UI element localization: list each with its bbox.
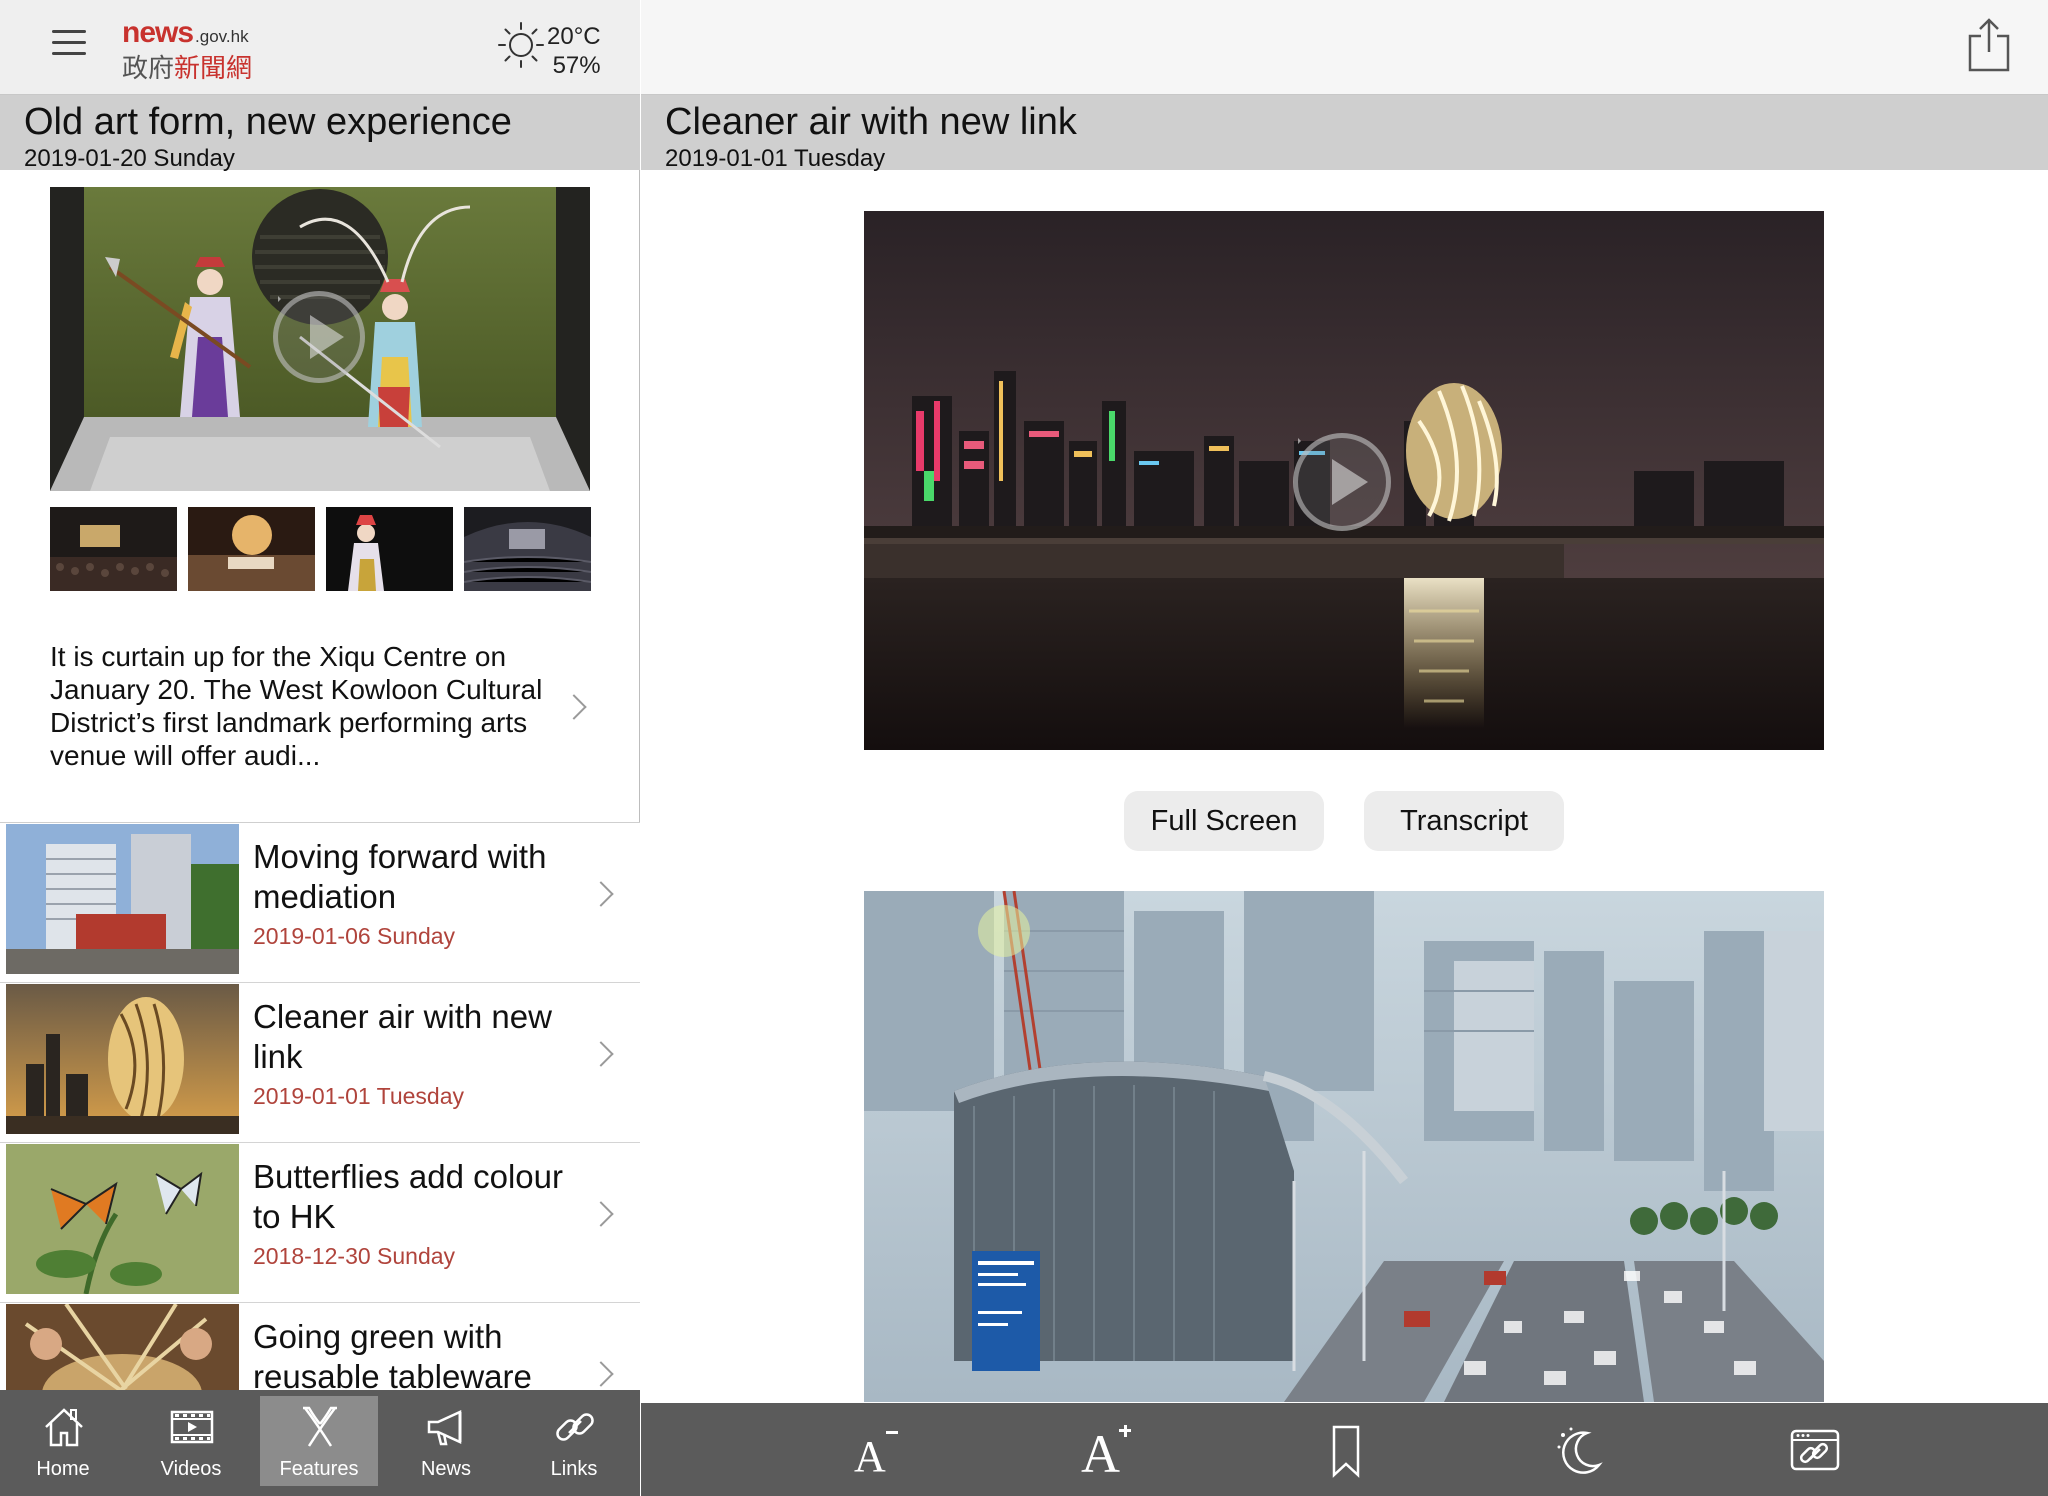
wan-chai-bypass-image: [864, 891, 1824, 1402]
tab-videos-label: Videos: [160, 1458, 222, 1480]
logo-news-text: news: [122, 16, 194, 49]
decrease-font-icon[interactable]: A: [848, 1421, 908, 1481]
transcript-button[interactable]: Transcript: [1364, 791, 1564, 851]
article-date: 2019-01-01 Tuesday: [665, 145, 886, 172]
feature-date: 2019-01-20 Sunday: [24, 145, 235, 172]
tab-bar: Home Videos Features News Links: [0, 1390, 640, 1496]
chevron-right-icon[interactable]: [565, 692, 583, 722]
list-item-title: Cleaner air with new link: [253, 998, 552, 1075]
list-item-thumbnail: [6, 824, 239, 974]
list-item-thumbnail: [6, 1304, 239, 1390]
tab-links[interactable]: Links: [515, 1396, 633, 1486]
logo-domain-text: .gov.hk: [195, 27, 249, 46]
increase-font-label: A: [1081, 1424, 1120, 1484]
list-item[interactable]: Butterflies add colour to HK 2018-12-30 …: [0, 1143, 640, 1303]
humidity-text: 57%: [552, 52, 601, 79]
increase-font-icon[interactable]: A: [1081, 1421, 1141, 1484]
bookmark-icon[interactable]: [1316, 1421, 1376, 1481]
article-header: [641, 0, 2048, 95]
list-item-title: Moving forward with mediation: [253, 838, 547, 915]
list-item[interactable]: Cleaner air with new link 2019-01-01 Tue…: [0, 983, 640, 1143]
tab-links-label: Links: [550, 1458, 598, 1480]
link-icon: [556, 1413, 594, 1441]
tab-home[interactable]: Home: [4, 1396, 122, 1486]
tab-features[interactable]: Features: [260, 1396, 378, 1486]
tab-news-label: News: [420, 1458, 471, 1480]
list-item-date: 2019-01-06 Sunday: [253, 923, 456, 949]
home-icon: [45, 1408, 83, 1447]
logo-chinese-text: 政府新聞網: [122, 48, 252, 85]
list-item[interactable]: Going green with reusable tableware: [0, 1303, 640, 1390]
feature-list-pane: news .gov.hk 政府新聞網 20°C 57% Old art form,…: [0, 0, 640, 1496]
list-item-date: 2018-12-30 Sunday: [253, 1243, 456, 1269]
tab-videos[interactable]: Videos: [132, 1396, 250, 1486]
chevron-right-icon: [592, 1199, 610, 1229]
thumbnail-tea-house[interactable]: [188, 507, 315, 591]
feature-headline-bar: Old art form, new experience 2019-01-20 …: [0, 95, 640, 172]
play-icon[interactable]: [1293, 433, 1391, 531]
open-in-browser-icon[interactable]: [1786, 1421, 1846, 1481]
temperature-text: 20°C: [547, 23, 601, 50]
article-headline-bar: Cleaner air with new link 2019-01-01 Tue…: [641, 95, 2048, 172]
feature-summary[interactable]: It is curtain up for the Xiqu Centre on …: [50, 640, 550, 772]
chevron-right-icon: [592, 1039, 610, 1069]
feature-video-thumbnail[interactable]: [50, 187, 590, 491]
feature-title: Old art form, new experience: [24, 101, 512, 143]
list-item[interactable]: Moving forward with mediation 2019-01-06…: [0, 823, 640, 983]
share-icon[interactable]: [1966, 16, 2012, 74]
tab-features-label: Features: [279, 1458, 359, 1480]
article-pane: Cleaner air with new link 2019-01-01 Tue…: [641, 0, 2048, 1496]
sun-icon: [498, 22, 544, 68]
app-header: news .gov.hk 政府新聞網 20°C 57%: [0, 0, 640, 95]
decrease-font-label: A: [854, 1432, 886, 1481]
thumbnail-performer[interactable]: [326, 507, 453, 591]
article-video[interactable]: [864, 211, 1824, 750]
article-toolbar: A A: [641, 1403, 2048, 1496]
list-item-date: 2019-01-01 Tuesday: [253, 1083, 464, 1109]
megaphone-icon: [427, 1410, 462, 1446]
videos-icon: [170, 1410, 214, 1444]
menu-icon[interactable]: [52, 28, 86, 58]
feature-list: Moving forward with mediation 2019-01-06…: [0, 822, 640, 1390]
thumbnail-auditorium[interactable]: [50, 507, 177, 591]
chevron-right-icon: [592, 879, 610, 909]
list-item-title: Butterflies add colour to HK: [253, 1158, 564, 1235]
article-title: Cleaner air with new link: [665, 101, 1077, 143]
play-icon[interactable]: [273, 291, 365, 383]
feature-thumbnail-strip: [50, 507, 591, 591]
tab-news[interactable]: News: [387, 1396, 505, 1486]
thumbnail-theatre-hall[interactable]: [464, 507, 591, 591]
features-icon: [303, 1406, 337, 1447]
list-item-thumbnail: [6, 1144, 239, 1294]
night-mode-icon[interactable]: [1551, 1421, 1611, 1481]
weather-readout: 20°C 57%: [547, 22, 601, 80]
full-screen-button[interactable]: Full Screen: [1124, 791, 1324, 851]
app-logo: news .gov.hk 政府新聞網: [122, 16, 252, 85]
list-item-title: Going green with reusable tableware: [253, 1318, 532, 1390]
list-item-thumbnail: [6, 984, 239, 1134]
tab-home-label: Home: [36, 1458, 90, 1480]
logo-chinese-red: 新聞網: [174, 53, 253, 83]
article-photo: [864, 891, 1824, 1402]
logo-chinese-grey: 政府: [122, 53, 175, 83]
chevron-right-icon: [592, 1359, 610, 1389]
